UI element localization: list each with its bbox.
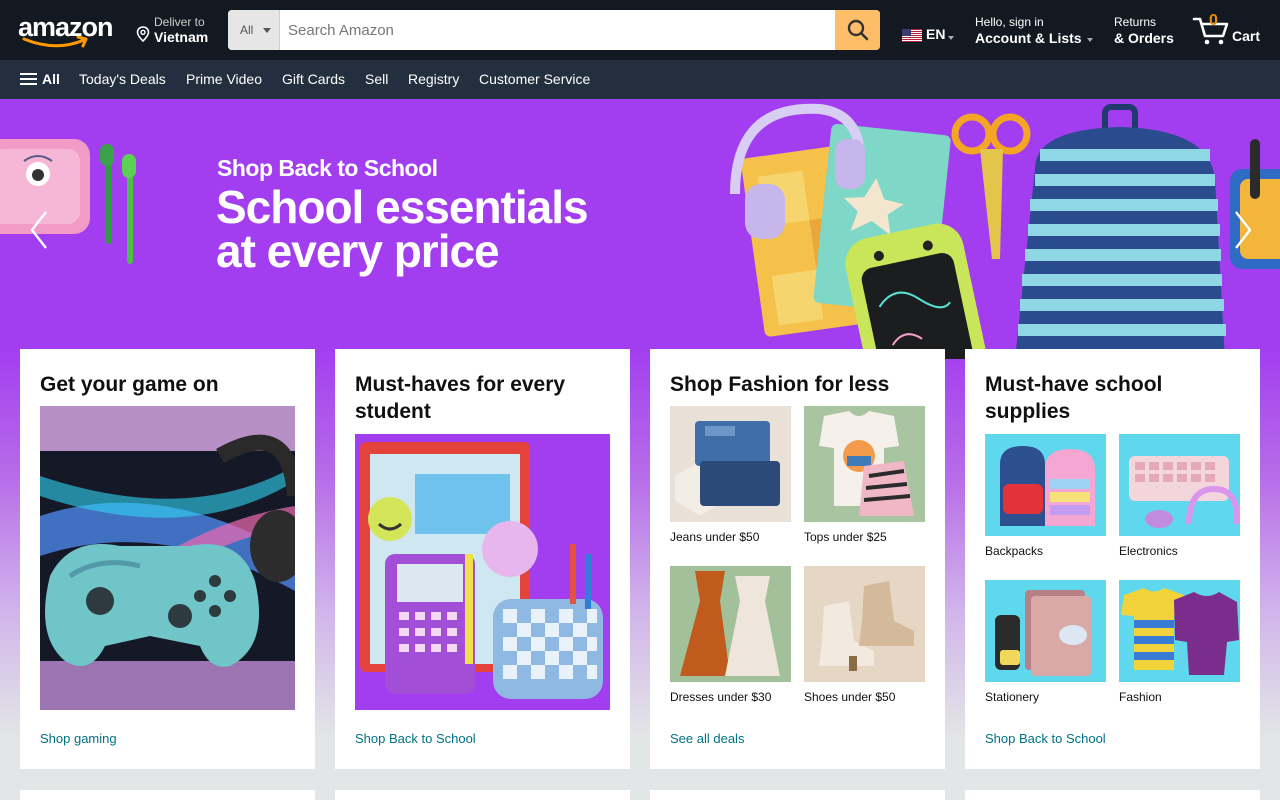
hero-illustration bbox=[0, 103, 1280, 359]
next-row-card bbox=[335, 790, 630, 800]
caret-down-icon bbox=[263, 28, 271, 33]
card-school-supplies: Must-have school supplies Backpacks Elec… bbox=[965, 349, 1260, 769]
smile-arrow-icon bbox=[22, 36, 88, 48]
top-nav: amazon Deliver to Vietnam All EN bbox=[0, 0, 1280, 60]
tops-image bbox=[804, 406, 925, 522]
card-gaming: Get your game on Shop gaming bbox=[20, 349, 315, 769]
item-caption: Stationery bbox=[985, 690, 1040, 704]
search-category-select[interactable]: All bbox=[228, 10, 280, 50]
cart-label: Cart bbox=[1232, 28, 1261, 44]
next-row-card bbox=[20, 790, 315, 800]
card-fashion: Shop Fashion for less Jeans under $50 To… bbox=[650, 349, 945, 769]
shoes-image bbox=[804, 566, 925, 682]
search-bar: All bbox=[228, 10, 880, 50]
gaming-image[interactable] bbox=[40, 406, 295, 710]
item-caption: Shoes under $50 bbox=[804, 690, 896, 704]
amazon-logo[interactable]: amazon bbox=[18, 12, 118, 52]
card-link[interactable]: Shop Back to School bbox=[985, 731, 1106, 746]
card-link[interactable]: Shop Back to School bbox=[355, 731, 476, 746]
student-supplies-image[interactable] bbox=[355, 434, 610, 710]
nav-link-sell[interactable]: Sell bbox=[365, 71, 388, 87]
kids-fashion-image bbox=[1119, 580, 1240, 682]
fashion-item-dresses[interactable]: Dresses under $30 bbox=[670, 566, 791, 704]
deliver-label: Deliver to bbox=[154, 15, 205, 29]
next-row-card bbox=[650, 790, 945, 800]
caret-down-icon bbox=[948, 36, 954, 40]
item-caption: Backpacks bbox=[985, 544, 1044, 558]
item-caption: Electronics bbox=[1119, 544, 1178, 558]
fashion-item-tops[interactable]: Tops under $25 bbox=[804, 406, 925, 544]
card-title: Must-have school supplies bbox=[985, 373, 1163, 423]
fashion-item-shoes[interactable]: Shoes under $50 bbox=[804, 566, 925, 704]
chevron-right-icon[interactable] bbox=[1230, 205, 1256, 255]
item-caption: Dresses under $30 bbox=[670, 690, 772, 704]
item-caption: Tops under $25 bbox=[804, 530, 887, 544]
nav-link-customer-service[interactable]: Customer Service bbox=[479, 71, 590, 87]
search-icon bbox=[847, 19, 869, 41]
hero-kicker: Shop Back to School bbox=[217, 155, 438, 181]
card-title: Get your game on bbox=[40, 373, 219, 396]
backpacks-image bbox=[985, 434, 1106, 536]
all-menu-label: All bbox=[42, 71, 60, 87]
item-caption: Jeans under $50 bbox=[670, 530, 760, 544]
nav-link-prime-video[interactable]: Prime Video bbox=[186, 71, 262, 87]
nav-link-gift-cards[interactable]: Gift Cards bbox=[282, 71, 345, 87]
fashion-item-jeans[interactable]: Jeans under $50 bbox=[670, 406, 791, 544]
supplies-item-fashion[interactable]: Fashion bbox=[1119, 580, 1240, 704]
returns-orders[interactable]: Returns & Orders bbox=[1114, 15, 1174, 46]
supplies-item-stationery[interactable]: Stationery bbox=[985, 580, 1106, 704]
deliver-country: Vietnam bbox=[154, 29, 209, 45]
location-pin-icon bbox=[136, 26, 150, 42]
card-title: Must-haves for every student bbox=[355, 373, 566, 423]
language-code: EN bbox=[926, 26, 946, 42]
cart-count: 0 bbox=[1209, 12, 1218, 29]
chevron-left-icon[interactable] bbox=[26, 205, 52, 255]
card-title: Shop Fashion for less bbox=[670, 373, 890, 396]
search-input[interactable] bbox=[280, 10, 835, 50]
account-lists[interactable]: Hello, sign in Account & Lists bbox=[975, 15, 1093, 46]
jeans-image bbox=[670, 406, 791, 522]
account-label: Account & Lists bbox=[975, 30, 1082, 46]
hamburger-icon bbox=[20, 73, 37, 86]
flag-us-icon bbox=[902, 29, 922, 42]
nav-link-registry[interactable]: Registry bbox=[408, 71, 459, 87]
orders-label: & Orders bbox=[1114, 30, 1174, 46]
nav-link-todays-deals[interactable]: Today's Deals bbox=[79, 71, 166, 87]
dresses-image bbox=[670, 566, 791, 682]
secondary-nav: All Today's Deals Prime Video Gift Cards… bbox=[0, 60, 1280, 99]
account-greeting: Hello, sign in bbox=[975, 15, 1044, 29]
cart-button[interactable]: 0 Cart bbox=[1192, 10, 1264, 50]
card-link[interactable]: See all deals bbox=[670, 731, 744, 746]
returns-label: Returns bbox=[1114, 15, 1157, 29]
card-student: Must-haves for every student Shop Back t… bbox=[335, 349, 630, 769]
supplies-item-backpacks[interactable]: Backpacks bbox=[985, 434, 1106, 558]
search-category-label: All bbox=[240, 23, 254, 37]
supplies-item-electronics[interactable]: Electronics bbox=[1119, 434, 1241, 558]
next-row-card bbox=[965, 790, 1260, 800]
card-link[interactable]: Shop gaming bbox=[40, 731, 117, 746]
stationery-image bbox=[985, 580, 1106, 682]
electronics-image bbox=[1119, 434, 1241, 536]
caret-down-icon bbox=[1087, 38, 1093, 42]
item-caption: Fashion bbox=[1119, 690, 1162, 704]
search-button[interactable] bbox=[835, 10, 880, 50]
hero-headline: School essentials at every price bbox=[216, 181, 589, 277]
